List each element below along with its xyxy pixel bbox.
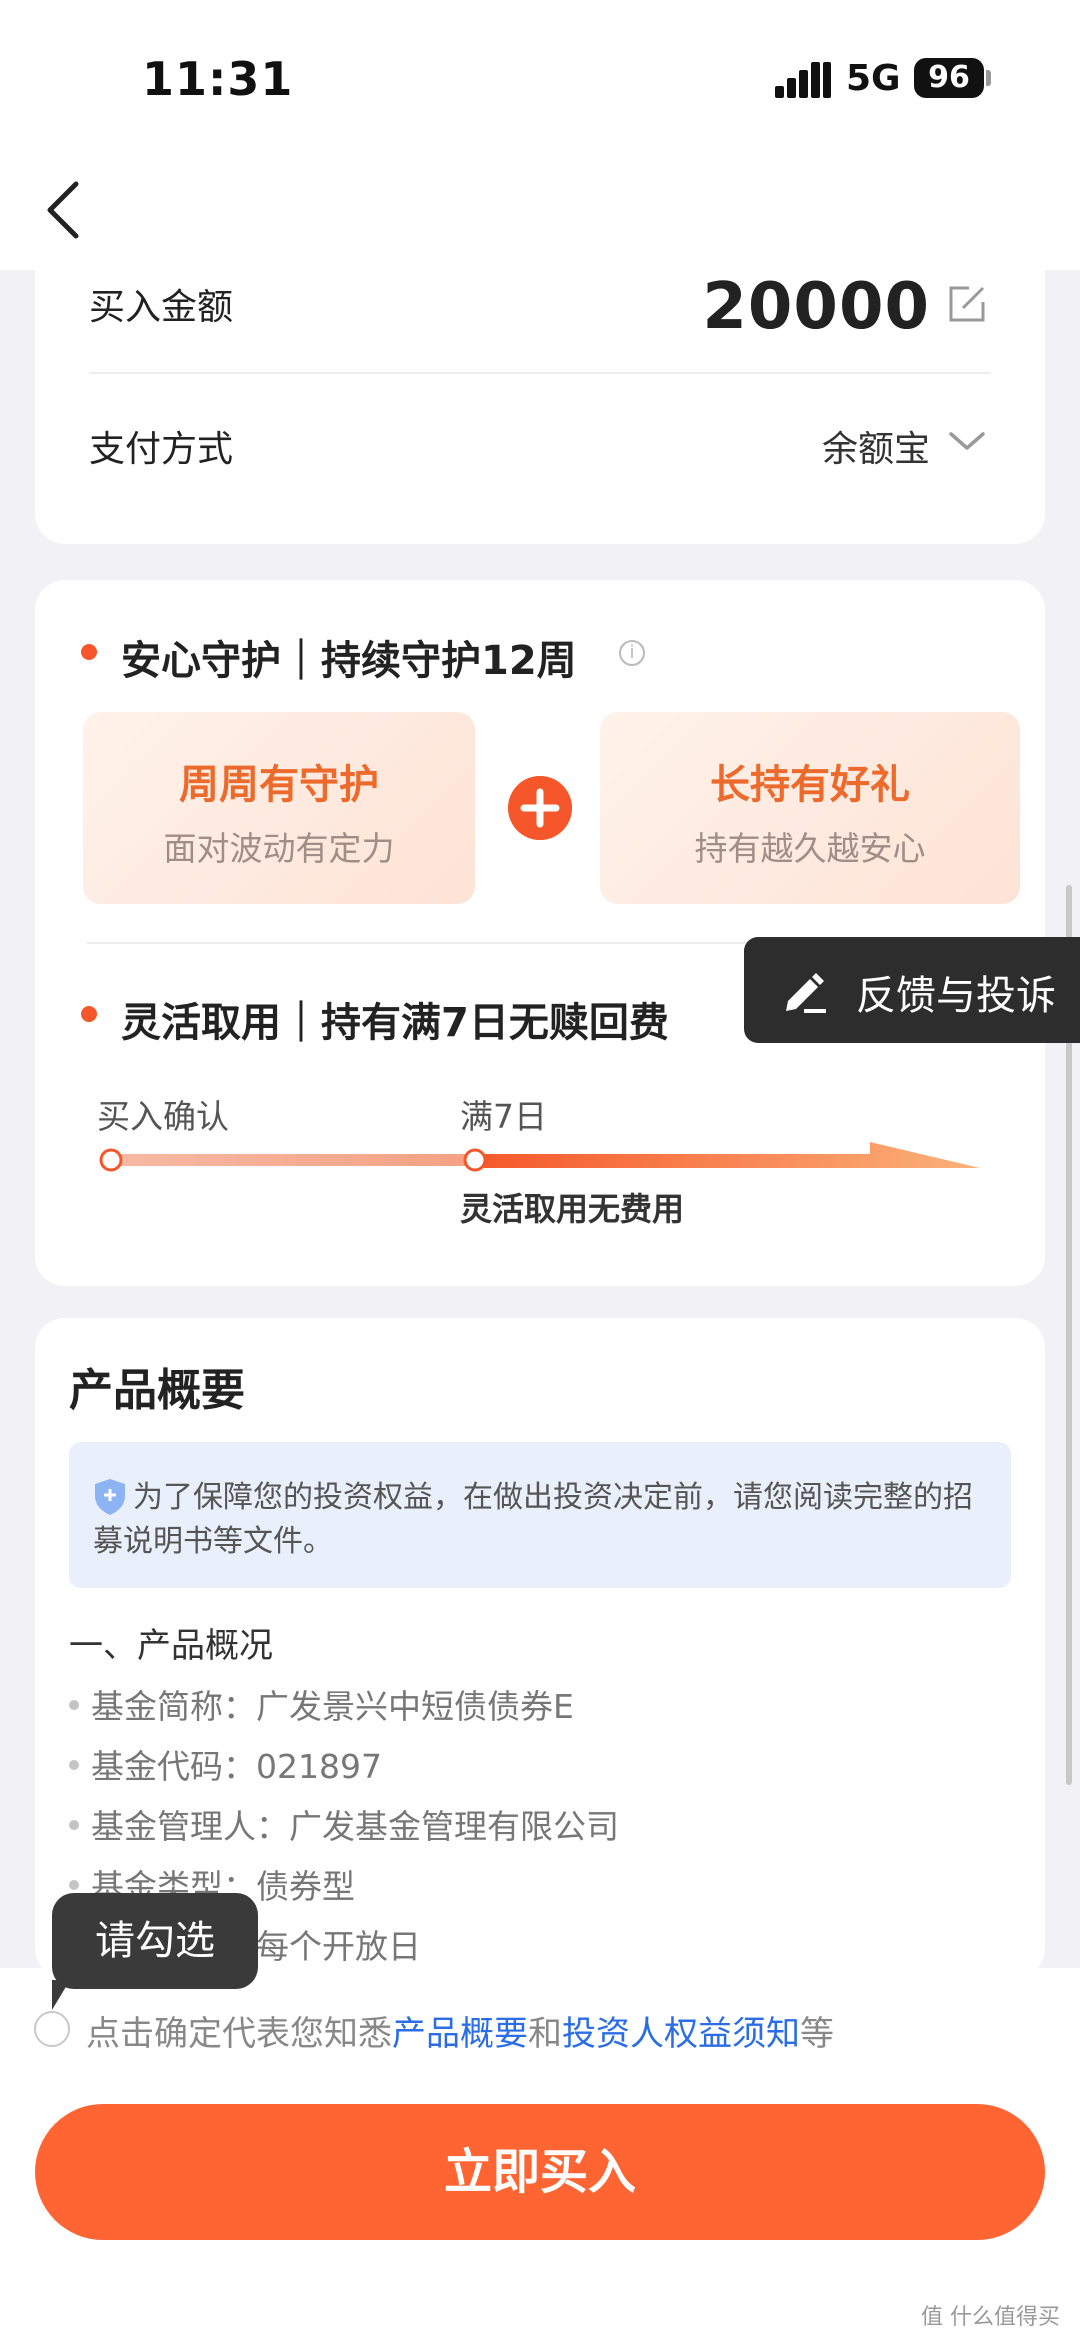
agreement-suffix: 等 xyxy=(800,2014,834,2054)
agreement-text: 点击确定代表您知悉产品概要和投资人权益须知等 xyxy=(86,2006,834,2055)
product-summary-title: 产品概要 xyxy=(69,1365,245,1416)
tooltip-tail xyxy=(52,1980,70,2010)
watermark: 值 什么值得买 xyxy=(921,2305,1060,2330)
feature-subtitle: 面对波动有定力 xyxy=(163,829,395,868)
list-item: 基金代码：021897 xyxy=(69,1740,382,1788)
feature-title: 周周有守护 xyxy=(179,762,379,808)
pen-icon xyxy=(786,973,826,1013)
bottom-action-bar: 点击确定代表您知悉产品概要和投资人权益须知等 立即买入 值 什么值得买 xyxy=(0,1968,1080,2341)
battery-icon: 96 xyxy=(914,58,984,98)
signal-icon xyxy=(775,62,831,98)
notice-text: 为了保障您的投资权益，在做出投资决定前，请您阅读完整的招募说明书等文件。 xyxy=(93,1480,973,1559)
section-heading: 一、产品概况 xyxy=(69,1626,273,1666)
notice-box: 为了保障您的投资权益，在做出投资决定前，请您阅读完整的招募说明书等文件。 xyxy=(69,1442,1011,1588)
feature-weekly-guard: 周周有守护 面对波动有定力 xyxy=(83,712,475,904)
divider xyxy=(89,372,991,374)
status-bar: 11:31 5G 96 xyxy=(0,0,1080,150)
battery-cap xyxy=(986,70,991,86)
buy-now-button[interactable]: 立即买入 xyxy=(35,2104,1045,2240)
chevron-down-icon[interactable] xyxy=(947,426,987,456)
agreement-prefix: 点击确定代表您知悉 xyxy=(86,2014,392,2054)
timeline-note: 灵活取用无费用 xyxy=(460,1190,685,1228)
list-item-text: 基金管理人：广发基金管理有限公司 xyxy=(91,1807,619,1846)
amount-value[interactable]: 20000 xyxy=(702,270,930,344)
plus-icon xyxy=(508,776,572,840)
agreement-and: 和 xyxy=(528,2014,562,2054)
clock: 11:31 xyxy=(142,52,294,106)
agreement-checkbox[interactable] xyxy=(34,2011,70,2047)
feedback-button[interactable]: 反馈与投诉 xyxy=(744,937,1080,1043)
list-item: 基金简称：广发景兴中短债债券E xyxy=(69,1680,574,1728)
flex-withdraw-title: 灵活取用｜持有满7日无赎回费 xyxy=(121,1000,669,1046)
product-summary-link[interactable]: 产品概要 xyxy=(392,2014,528,2054)
purchase-card: 买入金额 20000 支付方式 余额宝 xyxy=(35,240,1045,544)
bullet-dot xyxy=(81,644,97,660)
feature-long-hold-gift: 长持有好礼 持有越久越安心 xyxy=(600,712,1020,904)
list-item: 基金管理人：广发基金管理有限公司 xyxy=(69,1800,619,1848)
feedback-label: 反馈与投诉 xyxy=(856,973,1056,1019)
protection-card: 安心守护｜持续守护12周 i 周周有守护 面对波动有定力 长持有好礼 持有越久越… xyxy=(35,580,1045,1286)
timeline-start-label: 买入确认 xyxy=(97,1097,229,1136)
info-icon[interactable]: i xyxy=(619,640,645,666)
list-item-text: 基金代码：021897 xyxy=(91,1747,382,1786)
payment-method-select[interactable]: 余额宝 xyxy=(822,420,930,472)
feature-subtitle: 持有越久越安心 xyxy=(694,829,926,868)
edit-icon[interactable] xyxy=(947,284,987,324)
product-summary-card: 产品概要 为了保障您的投资权益，在做出投资决定前，请您阅读完整的招募说明书等文件… xyxy=(35,1318,1045,1978)
network-type: 5G xyxy=(846,58,901,99)
back-icon[interactable] xyxy=(40,178,92,242)
check-tooltip: 请勾选 xyxy=(52,1893,258,1989)
timeline-track xyxy=(99,1142,980,1172)
payment-label: 支付方式 xyxy=(89,429,234,470)
timeline-mid-label: 满7日 xyxy=(460,1097,547,1136)
bullet-dot xyxy=(81,1006,97,1022)
amount-label: 买入金额 xyxy=(89,287,234,328)
protection-title: 安心守护｜持续守护12周 xyxy=(121,638,577,684)
feature-title: 长持有好礼 xyxy=(710,762,910,808)
list-item-text: 基金简称：广发景兴中短债债券E xyxy=(91,1687,574,1726)
investor-rights-link[interactable]: 投资人权益须知 xyxy=(562,2014,800,2054)
